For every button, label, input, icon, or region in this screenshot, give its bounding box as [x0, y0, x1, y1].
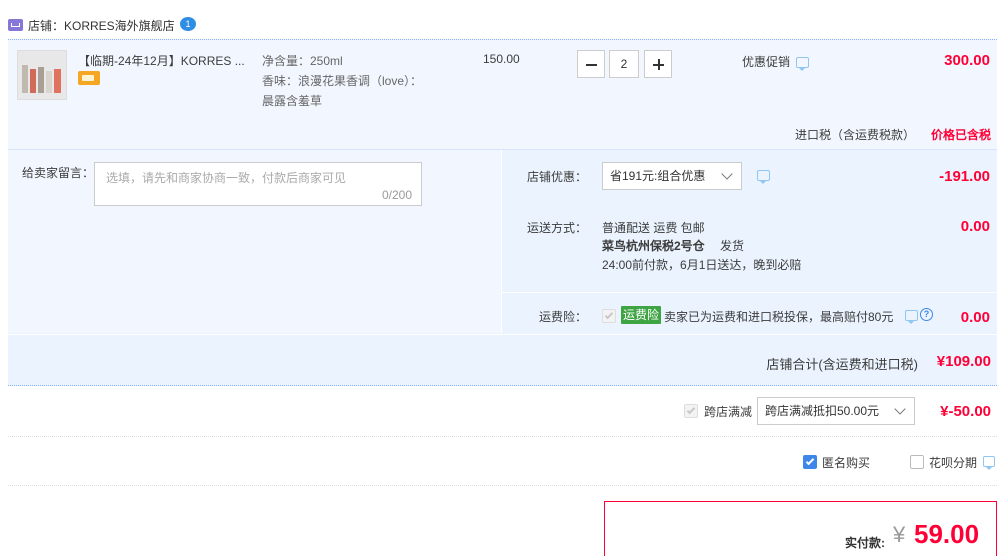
chevron-down-icon: [721, 168, 733, 180]
import-tax-value: 价格已含税: [930, 128, 991, 142]
sku-volume: 净含量：250ml: [262, 54, 343, 68]
insurance-desc: 卖家已为运费和进口税投保，最高赔付80元: [664, 310, 894, 324]
insurance-tag: 运费险: [621, 306, 662, 324]
divider: [8, 485, 997, 486]
cross-discount-value: 跨店满减抵扣50.00元: [765, 404, 880, 418]
shipping-warehouse: 菜鸟杭州保税2号仓: [602, 239, 705, 253]
shop-header: 店铺： KORRES海外旗舰店 1: [0, 0, 1000, 40]
quantity-input[interactable]: 2: [609, 50, 639, 78]
payment-summary-box: 实付款: ¥ 59.00: [604, 501, 997, 556]
chat-badge: 1: [185, 19, 191, 29]
sku-scent-cont: 晨露含羞草: [262, 94, 323, 108]
cross-discount-amount: ¥-50.00: [940, 403, 991, 420]
payment-currency: ¥: [893, 522, 906, 547]
shop-discount-value: 省191元:组合优惠: [610, 169, 706, 183]
shop-total-label: 店铺合计(含运费和进口税): [766, 357, 918, 372]
cross-discount-label: 跨店满减: [704, 405, 753, 419]
sku-scent: 香味：浪漫花果香调（love）：: [262, 74, 423, 88]
message-counter: 0/200: [381, 188, 412, 202]
minus-button[interactable]: [577, 50, 605, 78]
shop-icon: [8, 19, 23, 31]
wangwang-chat-icon[interactable]: 1: [180, 17, 196, 31]
item-subtotal: 300.00: [944, 52, 990, 69]
shipping-method: 普通配送 运费 包邮: [602, 221, 705, 235]
divider: [8, 436, 997, 437]
shop-discount-label: 店铺优惠：: [527, 170, 588, 184]
product-thumbnail[interactable]: [17, 50, 67, 100]
shipping-warehouse-suffix: 发货: [720, 239, 745, 253]
insurance-label: 运费险：: [539, 310, 588, 324]
insurance-divider: [502, 292, 997, 293]
discount-chat-icon[interactable]: [757, 170, 770, 184]
promo-chat-icon[interactable]: [796, 57, 809, 71]
shop-label: 店铺：: [28, 19, 65, 33]
message-placeholder: 选填，请先和商家协商一致，付款后商家可见: [106, 171, 347, 185]
cross-discount-checkbox: [684, 404, 698, 418]
unit-price: 150.00: [483, 52, 520, 66]
shop-discount-select[interactable]: 省191元:组合优惠: [602, 162, 742, 190]
promo-label: 优惠促销: [742, 55, 791, 69]
anonymous-label[interactable]: 匿名购买: [822, 454, 870, 471]
shipping-eta: 24:00前付款，6月1日送达，晚到必赔: [602, 258, 802, 272]
import-tax-label: 进口税（含运费税款）: [794, 128, 915, 142]
section-divider: [501, 150, 502, 333]
insurance-amount: 0.00: [960, 309, 990, 326]
anonymous-checkbox[interactable]: [803, 455, 817, 469]
message-label: 给卖家留言：: [22, 166, 95, 180]
product-title-link[interactable]: 【临期-24年12月】KORRES ...: [78, 52, 254, 69]
payment-label: 实付款:: [845, 536, 885, 550]
shop-total-amount: ¥109.00: [936, 353, 991, 370]
minus-icon: [586, 64, 597, 66]
payment-amount: 59.00: [914, 519, 980, 549]
shipping-label: 运送方式：: [527, 221, 588, 235]
insurance-checkbox: [602, 309, 616, 323]
cross-discount-select[interactable]: 跨店满减抵扣50.00元: [757, 397, 915, 425]
quantity-stepper: 2: [577, 50, 673, 78]
shipping-amount: 0.00: [960, 218, 990, 235]
shop-discount-amount: -191.00: [939, 168, 990, 185]
huabei-label[interactable]: 花呗分期: [929, 454, 977, 471]
shop-name-link[interactable]: KORRES海外旗舰店: [64, 17, 175, 34]
message-textarea[interactable]: 选填，请先和商家协商一致，付款后商家可见 0/200: [94, 162, 422, 206]
huabei-chat-icon[interactable]: [983, 456, 995, 470]
card-badge-icon: [78, 71, 100, 85]
plus-button[interactable]: [644, 50, 672, 78]
huabei-checkbox[interactable]: [910, 455, 924, 469]
